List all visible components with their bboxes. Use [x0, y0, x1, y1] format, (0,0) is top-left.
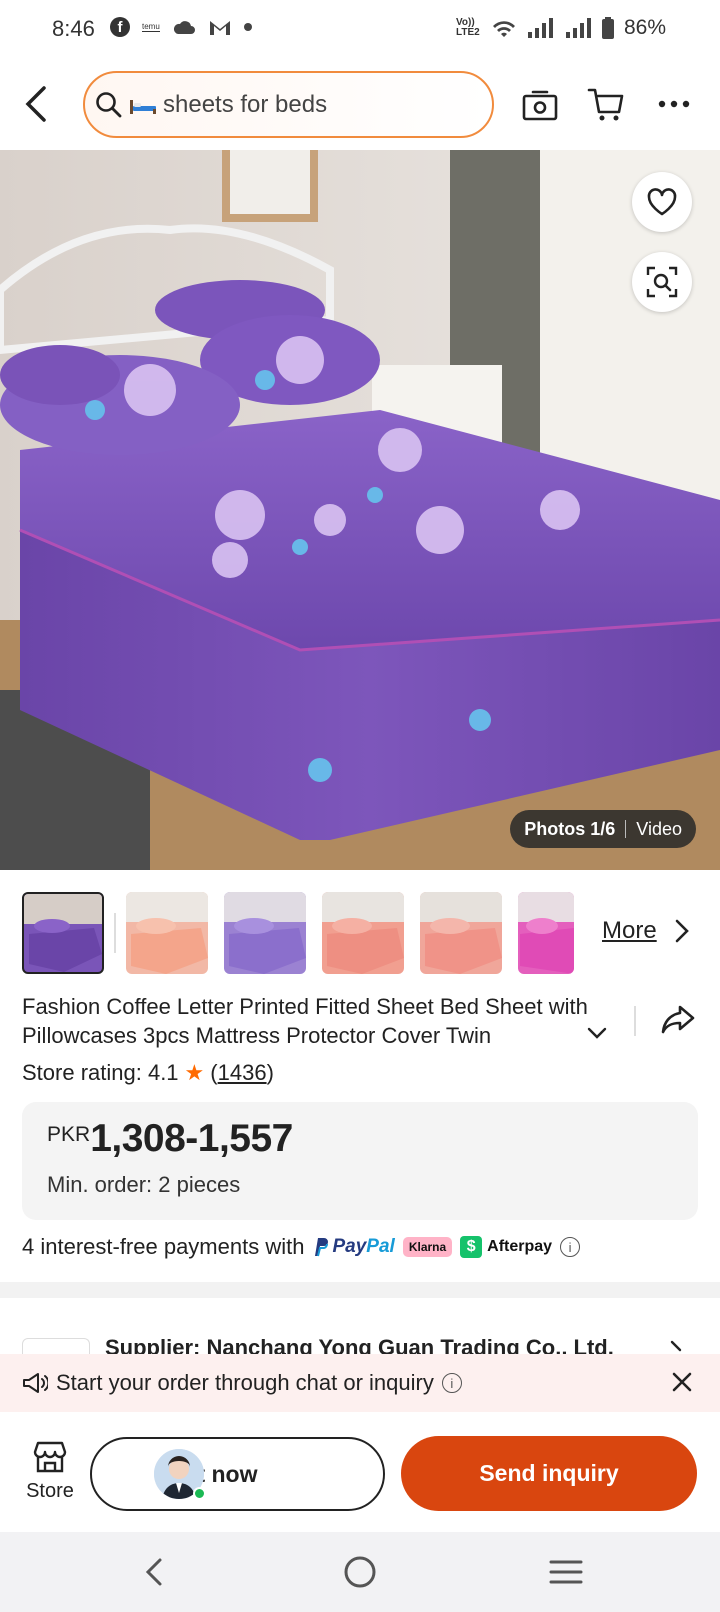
- chevron-right-icon: [675, 919, 689, 943]
- afterpay-logo: $ Afterpay: [460, 1236, 552, 1258]
- thumbnail-peach[interactable]: [126, 892, 208, 974]
- favorite-button[interactable]: [632, 172, 692, 232]
- more-thumbnails-link[interactable]: More: [602, 917, 689, 945]
- banner-info-icon[interactable]: i: [441, 1373, 462, 1393]
- afterpay-icon: $: [460, 1236, 483, 1258]
- rating-label: Store rating: 4.1: [22, 1060, 179, 1085]
- title-divider: [634, 1006, 636, 1036]
- expand-title-icon[interactable]: [586, 1026, 608, 1040]
- chat-banner: Start your order through chat or inquiry…: [0, 1354, 720, 1412]
- rating-count[interactable]: 1436: [218, 1060, 267, 1085]
- signal-icon-2: [565, 18, 591, 38]
- back-button[interactable]: [18, 82, 58, 126]
- store-label: Store: [26, 1480, 74, 1502]
- search-query: sheets for beds: [163, 90, 328, 118]
- volte-label: Vo)) LTE2: [455, 17, 480, 38]
- star-icon: ★: [184, 1060, 205, 1085]
- notification-icons: f temu: [110, 17, 252, 37]
- image-search-icon: [646, 266, 678, 298]
- signal-icon: [527, 18, 553, 38]
- paypal-text-b: Pal: [366, 1236, 395, 1257]
- thumbnail-lilac[interactable]: [224, 892, 306, 974]
- thumbnail-strip: [22, 892, 574, 974]
- online-indicator: [193, 1487, 206, 1500]
- price: PKR 1,308-1,557: [47, 1117, 293, 1161]
- rating-count-link[interactable]: (1436): [210, 1060, 274, 1086]
- supplier-name[interactable]: Supplier: Nanchang Yong Guan Trading Co.…: [105, 1335, 635, 1355]
- more-notifications-dot: [243, 23, 252, 31]
- banner-text: Start your order through chat or inquiry: [56, 1370, 434, 1395]
- section-divider: [0, 1282, 720, 1298]
- store-rating: Store rating: 4.1 ★ (1436): [22, 1060, 274, 1086]
- bed-icon: [129, 97, 156, 114]
- search-bar[interactable]: sheets for beds: [83, 71, 494, 138]
- thumbnail-purple[interactable]: [22, 892, 104, 974]
- store-button[interactable]: Store: [22, 1440, 78, 1503]
- battery-icon: [601, 17, 614, 39]
- more-horizontal-icon: [658, 100, 690, 108]
- paypal-icon: [315, 1238, 329, 1257]
- search-icon: [96, 91, 122, 117]
- send-inquiry-button[interactable]: Send inquiry: [401, 1436, 697, 1511]
- more-label[interactable]: More: [602, 917, 657, 945]
- nav-recents-icon[interactable]: [549, 1558, 583, 1586]
- camera-search-button[interactable]: [520, 84, 564, 128]
- cart-icon: [587, 88, 624, 121]
- nav-back-icon[interactable]: [140, 1556, 168, 1588]
- facebook-icon: f: [110, 17, 130, 37]
- cloud-icon: [173, 21, 195, 34]
- divider: [625, 820, 627, 838]
- system-icons: Vo)) LTE2 86%: [456, 16, 666, 40]
- afterpay-text: Afterpay: [487, 1238, 553, 1255]
- chevron-left-icon: [25, 86, 46, 122]
- close-icon[interactable]: [668, 1368, 696, 1396]
- klarna-badge: Klarna: [402, 1237, 453, 1257]
- status-bar: 8:46 f temu Vo)) LTE2 86%: [0, 0, 720, 60]
- more-options-button[interactable]: [654, 84, 698, 128]
- video-tab[interactable]: Video: [636, 819, 682, 840]
- thumbnail-divider: [114, 913, 116, 953]
- share-icon[interactable]: [660, 1004, 696, 1034]
- system-navigation-bar: [0, 1532, 720, 1612]
- heart-icon: [647, 188, 677, 216]
- min-order: Min. order: 2 pieces: [47, 1172, 241, 1197]
- paypal-logo: Pay Pal: [312, 1236, 395, 1258]
- megaphone-icon: [23, 1373, 48, 1393]
- clock: 8:46: [52, 16, 95, 41]
- thumbnail-pink[interactable]: [518, 892, 574, 974]
- gmail-icon: [209, 21, 230, 35]
- price-range: 1,308-1,557: [90, 1117, 293, 1160]
- bed-photo: [0, 150, 720, 870]
- thumbnail-salmon[interactable]: [322, 892, 404, 974]
- temu-icon: temu: [142, 22, 160, 32]
- currency: PKR: [47, 1123, 91, 1146]
- visual-search-button[interactable]: [632, 252, 692, 312]
- product-main-image[interactable]: [0, 150, 720, 870]
- info-icon[interactable]: i: [560, 1237, 581, 1257]
- paypal-text-a: Pay: [332, 1236, 367, 1257]
- product-title: Fashion Coffee Letter Printed Fitted She…: [22, 994, 588, 1048]
- nav-home-icon[interactable]: [343, 1555, 377, 1589]
- wifi-icon: [492, 21, 515, 37]
- camera-icon: [522, 90, 558, 121]
- thumbnail-coral[interactable]: [420, 892, 502, 974]
- store-icon: [33, 1441, 67, 1473]
- media-counter[interactable]: Photos 1/6 Video: [510, 810, 696, 848]
- chat-now-button[interactable]: Chat now: [90, 1437, 385, 1511]
- payment-options: 4 interest-free payments with Pay Pal Kla…: [22, 1234, 581, 1260]
- battery-level: 86%: [623, 16, 666, 39]
- photos-counter[interactable]: Photos 1/6: [524, 819, 615, 840]
- cart-button[interactable]: [586, 84, 630, 128]
- installments-text: 4 interest-free payments with: [22, 1234, 305, 1259]
